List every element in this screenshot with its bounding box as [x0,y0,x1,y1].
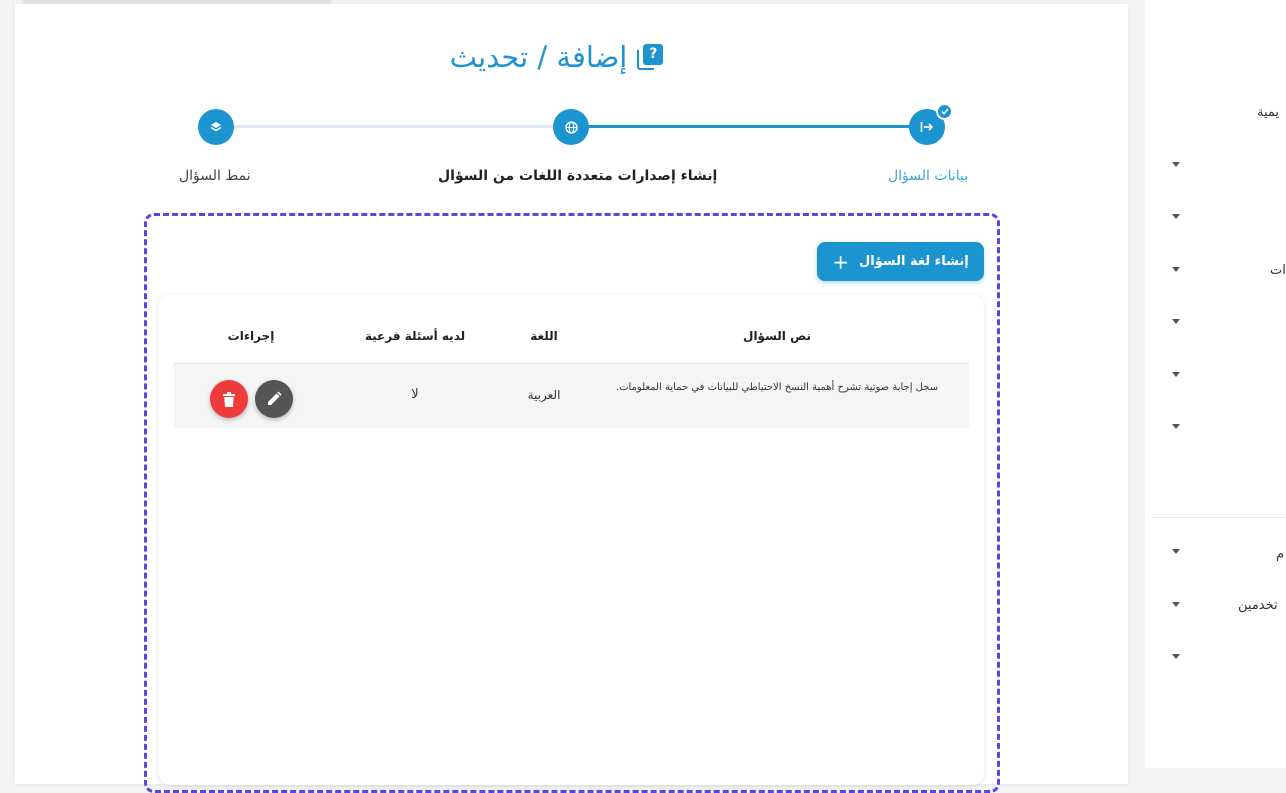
column-header-question-text[interactable]: نص السؤال [743,329,811,343]
arrow-right-to-line-icon [920,122,934,132]
delete-button[interactable] [210,380,248,418]
chevron-down-icon[interactable] [1172,319,1180,324]
chevron-down-icon[interactable] [1172,162,1180,167]
page-title: ? إضافة / تحديث [0,40,1113,74]
trash-icon [223,391,235,407]
globe-icon [564,120,578,134]
chevron-down-icon[interactable] [1172,654,1180,659]
step-question-type[interactable] [198,109,234,145]
sidebar-item-9-label[interactable]: تخدمين [1238,598,1278,613]
cell-question-text: سجل إجابة صوتية تشرح أهمية النسخ الاحتيا… [615,382,939,393]
stepper-pending-line [234,125,554,128]
layers-icon [210,122,222,132]
step-completed-check-icon [936,103,953,120]
pencil-icon [268,391,282,405]
sidebar-divider [1151,517,1286,518]
cell-language: العربية [527,388,561,402]
chevron-down-icon[interactable] [1172,214,1180,219]
plus-icon: + [832,249,850,274]
column-header-actions: إجراءات [227,329,275,343]
chevron-down-icon[interactable] [1172,602,1180,607]
stepper-progress-line [587,125,910,128]
chevron-down-icon[interactable] [1172,424,1180,429]
page-title-text: إضافة / تحديث [449,40,628,74]
add-question-language-button[interactable]: إنشاء لغة السؤال + [817,242,984,281]
sidebar-item-8-label[interactable]: م [1276,547,1284,562]
column-header-language[interactable]: اللغة [530,329,558,343]
step-multilingual-versions[interactable] [553,109,589,145]
step-label-multilingual-versions[interactable]: إنشاء إصدارات متعددة اللغات من السؤال [438,168,717,184]
column-header-has-sub-questions[interactable]: لديه أسئلة فرعية [365,329,465,343]
table-row [174,364,969,428]
chevron-down-icon[interactable] [1172,267,1180,272]
cell-has-sub-questions: لا [411,387,419,402]
sidebar-item-1-label[interactable]: يمية [1257,105,1279,120]
sidebar-item-4-label[interactable]: ات [1270,263,1286,278]
edit-button[interactable] [255,380,293,418]
chevron-down-icon[interactable] [1172,372,1180,377]
step-label-question-type[interactable]: نمط السؤال [179,168,251,184]
chevron-down-icon[interactable] [1172,549,1180,554]
question-book-icon: ? [637,44,664,70]
step-label-question-data[interactable]: بيانات السؤال [888,168,968,184]
add-question-language-label: إنشاء لغة السؤال [859,254,969,269]
